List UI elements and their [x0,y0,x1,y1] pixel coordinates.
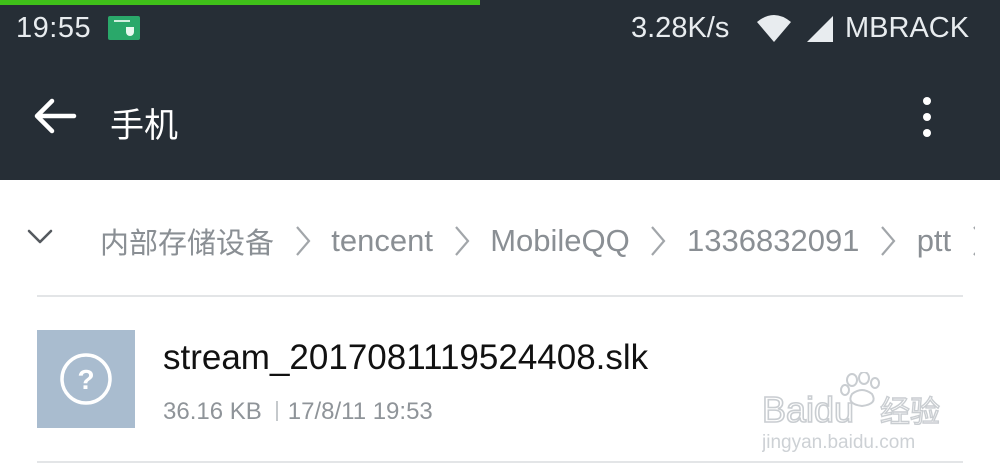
chevron-right-icon [295,226,311,256]
arrow-left-icon [34,98,77,134]
loading-progress-bar [0,0,480,5]
breadcrumb-item-tencent[interactable]: tencent [331,223,433,259]
baidu-jingyan-watermark: Baidu 经验 jingyan.baidu.com [762,372,941,453]
svg-text:?: ? [77,364,94,395]
wifi-icon [757,15,791,42]
network-speed: 3.28K/s [631,12,730,44]
more-options-button[interactable] [908,92,948,142]
chevron-right-icon [651,226,666,256]
question-mark-icon: ? [60,353,112,405]
back-button[interactable] [30,92,78,140]
chevron-right-icon [972,226,975,256]
cell-signal-icon [807,16,833,42]
breadcrumb: 内部存储设备 tencent MobileQQ 1336832091 ptt 2 [0,180,1000,296]
breadcrumb-item-account-id[interactable]: 1336832091 [687,223,859,259]
file-name: stream_2017081119524408.slk [163,338,649,377]
status-time: 19:55 [16,12,92,44]
carrier-name: MBRACK [845,12,970,44]
breadcrumb-path: 内部存储设备 tencent MobileQQ 1336832091 ptt 2 [100,220,975,262]
svg-text:经验: 经验 [880,395,940,430]
breadcrumb-item-internal-storage[interactable]: 内部存储设备 [100,220,274,262]
breadcrumb-item-ptt[interactable]: ptt [917,223,951,259]
chevron-down-icon[interactable] [24,224,56,248]
svg-text:jingyan.baidu.com: jingyan.baidu.com [762,432,915,453]
unknown-file-icon: ? [37,330,135,428]
chevron-right-icon [454,226,470,256]
svg-text:Baidu: Baidu [762,389,854,430]
meta-divider [275,401,278,421]
page-title: 手机 [110,106,178,146]
shield-app-icon [108,16,140,40]
file-size: 36.16 KB [163,398,262,425]
app-bar: 手机 [0,62,1000,180]
chevron-right-icon [881,226,896,256]
divider [37,295,963,297]
file-date: 17/8/11 19:53 [287,398,433,425]
more-vertical-icon [923,97,931,105]
status-bar: 19:55 3.28K/s MBRACK [0,0,1000,62]
file-meta: 36.16 KB 17/8/11 19:53 [163,398,433,426]
breadcrumb-item-mobileqq[interactable]: MobileQQ [490,223,630,259]
